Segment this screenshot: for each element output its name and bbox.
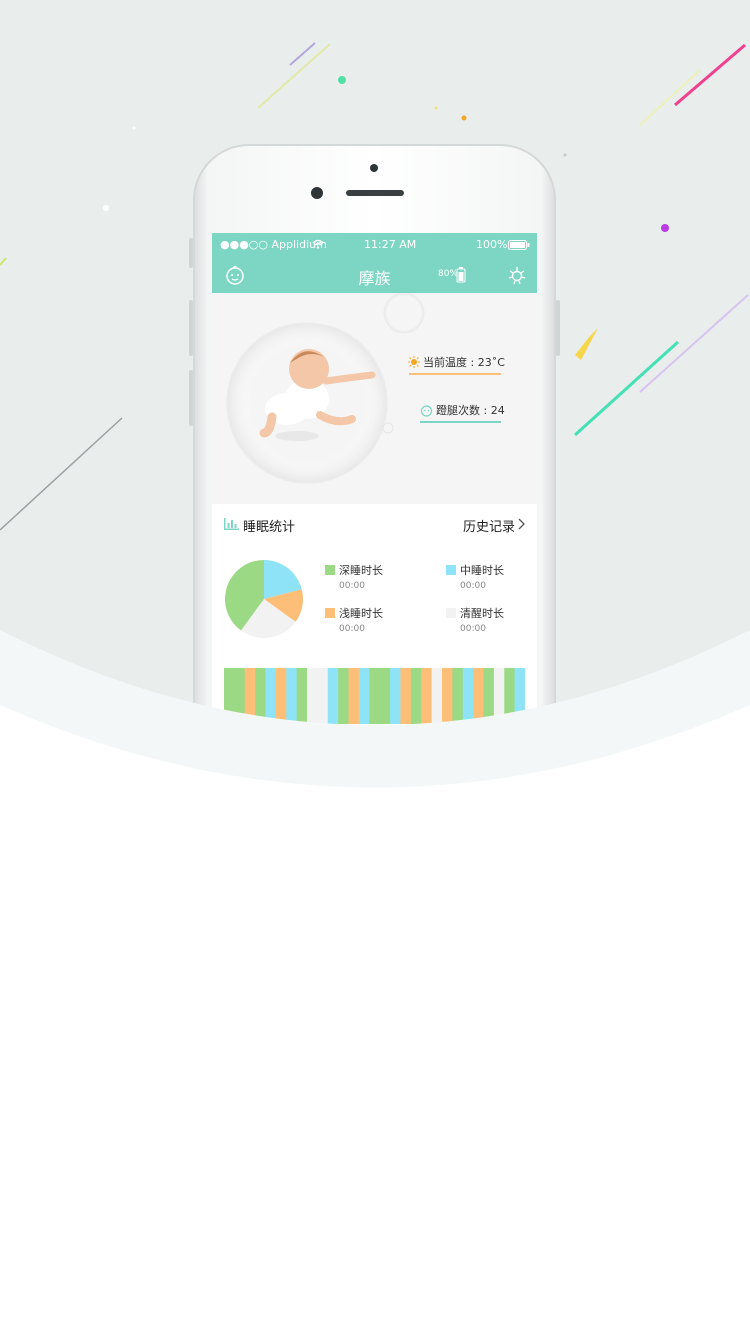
bottom-curve-overlay: [0, 630, 750, 1334]
